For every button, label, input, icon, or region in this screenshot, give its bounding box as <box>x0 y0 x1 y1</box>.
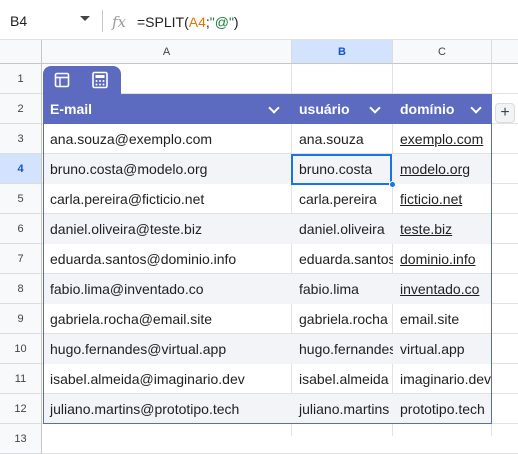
selected-cell[interactable] <box>291 154 392 185</box>
cell-reference: B4 <box>10 13 28 29</box>
table-border <box>43 94 492 424</box>
fill-handle[interactable] <box>389 181 396 188</box>
column-header-b[interactable]: B <box>292 40 393 64</box>
divider <box>102 10 103 32</box>
row-header-3[interactable]: 3 <box>0 124 42 154</box>
row-header-8[interactable]: 8 <box>0 274 42 304</box>
calculator-icon[interactable] <box>90 70 110 90</box>
chevron-down-icon[interactable] <box>80 16 90 21</box>
formula-input[interactable]: =SPLIT(A4;"@") <box>137 14 239 30</box>
column-header-blank[interactable] <box>492 40 518 64</box>
row-header-5[interactable]: 5 <box>0 184 42 214</box>
row-header-9[interactable]: 9 <box>0 304 42 334</box>
column-header-a[interactable]: A <box>42 40 292 64</box>
row-header-7[interactable]: 7 <box>0 244 42 274</box>
row-header-4[interactable]: 4 <box>0 154 42 184</box>
select-all-corner[interactable] <box>0 40 42 64</box>
formula-string: "@" <box>209 14 234 30</box>
row-header-13[interactable]: 13 <box>0 424 42 454</box>
row-header-6[interactable]: 6 <box>0 214 42 244</box>
formula-suffix: ) <box>233 14 239 30</box>
name-box[interactable]: B4 <box>0 8 100 34</box>
table-icon[interactable] <box>52 70 72 90</box>
row-header-12[interactable]: 12 <box>0 394 42 424</box>
column-header-c[interactable]: C <box>393 40 492 64</box>
add-column-button[interactable]: + <box>495 103 515 123</box>
formula-prefix: =SPLIT( <box>137 14 189 30</box>
row-header-10[interactable]: 10 <box>0 334 42 364</box>
row-header-2[interactable]: 2 <box>0 94 42 124</box>
row-header-1[interactable]: 1 <box>0 64 42 94</box>
formula-reference: A4 <box>188 14 206 30</box>
function-icon: fx <box>112 13 127 31</box>
row-header-11[interactable]: 11 <box>0 364 42 394</box>
